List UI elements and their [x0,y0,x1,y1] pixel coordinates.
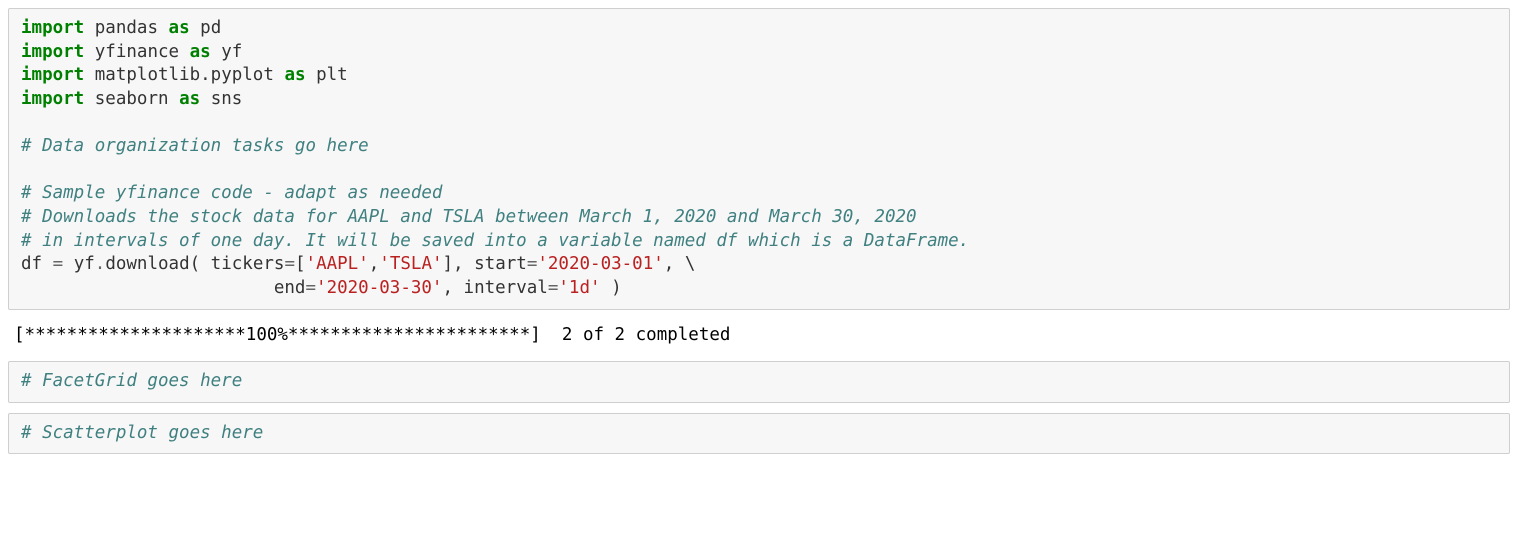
string-literal: '1d' [558,278,600,298]
code-text: df [21,254,53,274]
operator: = [284,254,295,274]
string-literal: 'AAPL' [306,254,369,274]
keyword-import: import [21,65,84,85]
code-text: download( tickers [105,254,284,274]
module-name: yfinance [95,42,179,62]
module-name: pandas [95,18,158,38]
keyword-import: import [21,18,84,38]
code-text: yf [63,254,95,274]
comment: # Sample yfinance code - adapt as needed [21,183,442,203]
alias-name: sns [211,89,243,109]
code-cell-1[interactable]: import pandas as pd import yfinance as y… [8,8,1510,310]
alias-name: yf [221,42,242,62]
comment: # in intervals of one day. It will be sa… [21,231,969,251]
operator: = [548,278,559,298]
code-text: , [664,254,685,274]
keyword-as: as [169,18,190,38]
string-literal: '2020-03-30' [316,278,442,298]
comment: # Downloads the stock data for AAPL and … [21,207,917,227]
code-cell-2[interactable]: # FacetGrid goes here [8,361,1510,403]
operator: = [53,254,64,274]
progress-output: [*********************100%**************… [14,325,730,345]
module-name: matplotlib.pyplot [95,65,274,85]
code-text: [ [295,254,306,274]
keyword-as: as [190,42,211,62]
keyword-as: as [179,89,200,109]
code-text: \ [685,254,696,274]
alias-name: pd [200,18,221,38]
code-text: ) [601,278,622,298]
keyword-as: as [284,65,305,85]
code-text: , [369,254,380,274]
operator: . [95,254,106,274]
string-literal: 'TSLA' [379,254,442,274]
module-name: seaborn [95,89,169,109]
string-literal: '2020-03-01' [537,254,663,274]
code-text: ], start [443,254,527,274]
operator: = [305,278,316,298]
operator: = [527,254,538,274]
code-text: end [21,278,305,298]
comment: # FacetGrid goes here [21,371,242,391]
keyword-import: import [21,89,84,109]
code-cell-3[interactable]: # Scatterplot goes here [8,413,1510,455]
alias-name: plt [316,65,348,85]
comment: # Scatterplot goes here [21,423,263,443]
comment: # Data organization tasks go here [21,136,369,156]
output-cell-1: [*********************100%**************… [8,320,1510,362]
code-text: , interval [442,278,547,298]
keyword-import: import [21,42,84,62]
